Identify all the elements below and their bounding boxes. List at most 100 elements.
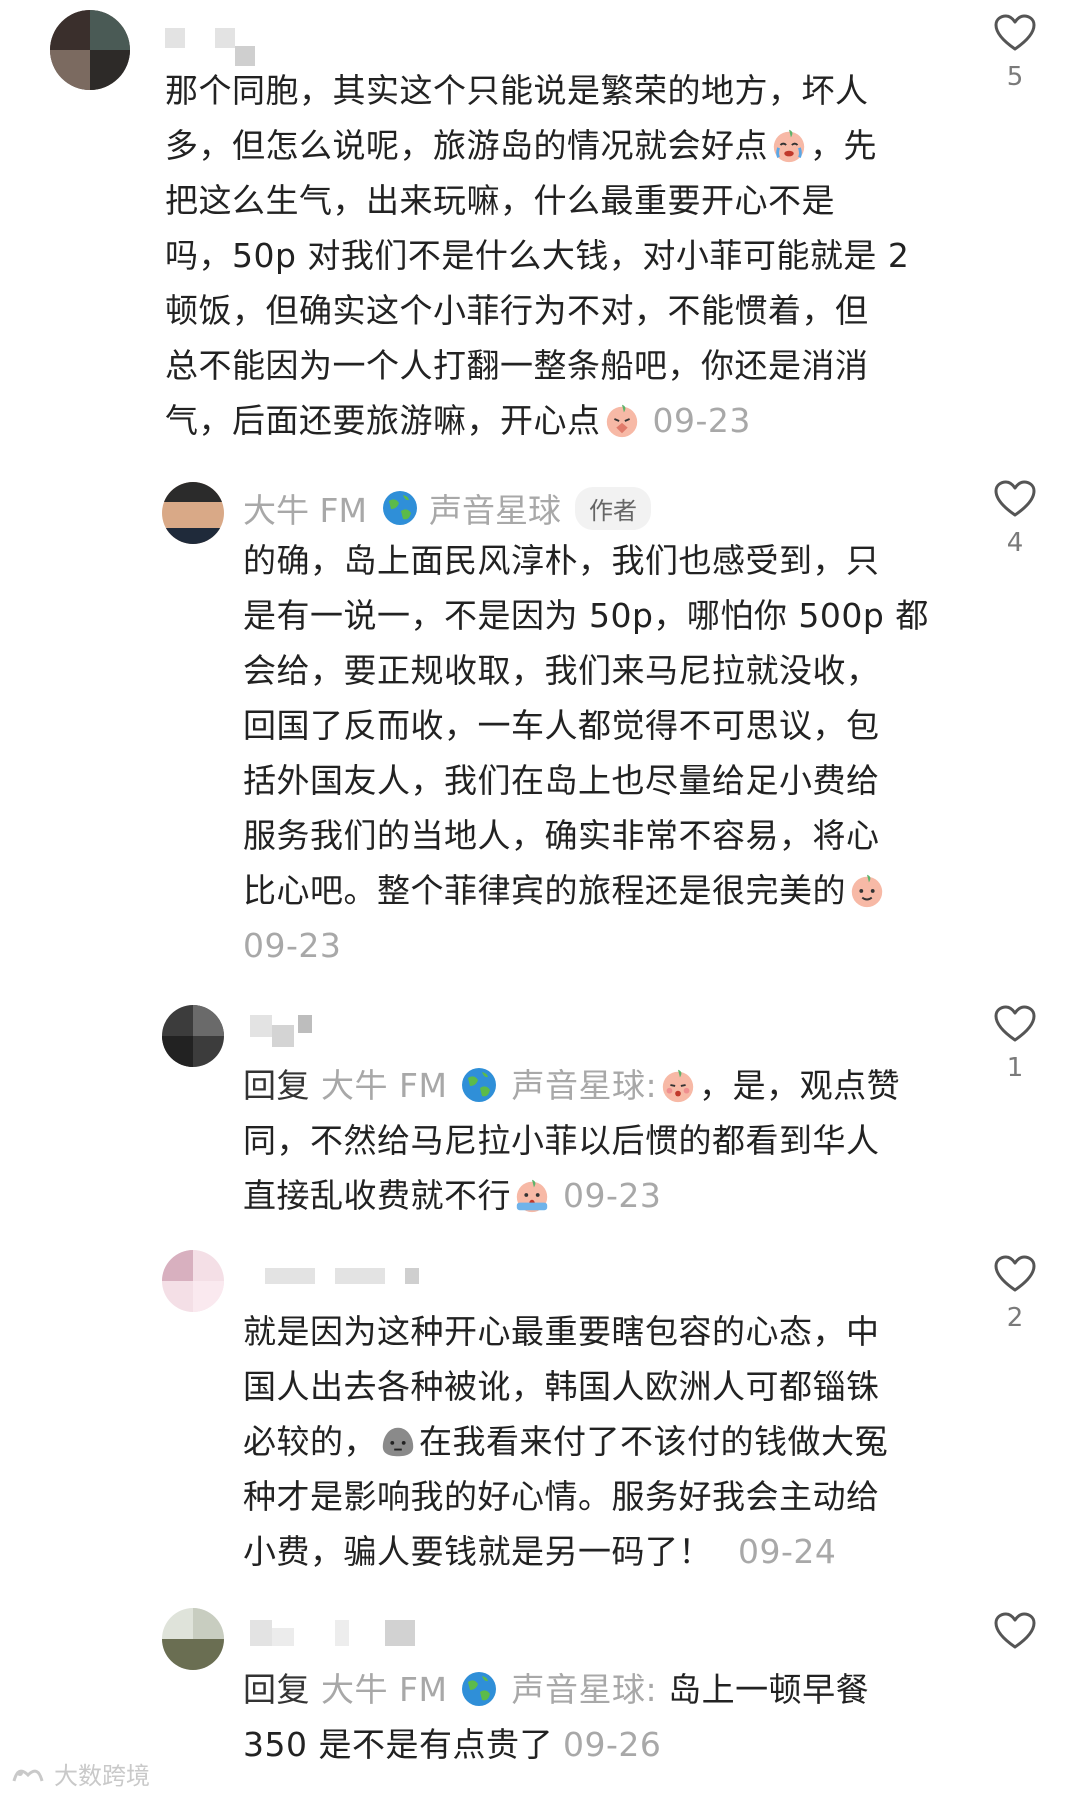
reply-prefix: 回复 xyxy=(243,1670,310,1709)
comment-line: 括外国友人，我们在岛上也尽量给足小费给 xyxy=(243,761,880,800)
comment-line: 顿饭，但确实这个小菲行为不对，不能惯着，但 xyxy=(165,291,869,330)
comment-line: 总不能因为一个人打翻一整条船吧，你还是消消 xyxy=(165,346,869,385)
comment-text: 就是因为这种开心最重要瞎包容的心态，中 国人出去各种被讹，韩国人欧洲人可都锱铢 … xyxy=(243,1304,888,1579)
mosaic xyxy=(405,1268,419,1284)
reply-prefix: 回复 xyxy=(243,1066,310,1105)
avatar-mosaic xyxy=(162,1250,193,1281)
pray-face-emoji xyxy=(606,404,637,438)
comment-line: 小费，骗人要钱就是另一码了！ 09-24 xyxy=(243,1524,888,1579)
comment-line-text: ，先 xyxy=(810,126,877,165)
mosaic xyxy=(250,1620,272,1646)
comment-line-text: 比心吧。整个菲律宾的旅程还是很完美的 xyxy=(243,871,846,910)
avatar-hair xyxy=(162,482,224,502)
avatar-mosaic xyxy=(90,10,130,50)
comment-line: 必较的， 在我看来付了不该付的钱做大冤 xyxy=(243,1414,888,1469)
comment-line-text: 岛上一顿早餐 xyxy=(668,1670,870,1709)
comment-line: 回国了反而收，一车人都觉得不可思议，包 xyxy=(243,706,880,745)
timestamp: 09-24 xyxy=(738,1532,837,1571)
avatar[interactable] xyxy=(50,10,130,90)
author-line[interactable]: 大牛 FM 声音星球 作者 xyxy=(243,484,651,532)
comment-line: 那个同胞，其实这个只能说是繁荣的地方，坏人 xyxy=(165,71,869,110)
mosaic xyxy=(165,28,185,48)
comment-line: 直接乱收费就不行 09-23 xyxy=(243,1168,900,1223)
avatar-mosaic xyxy=(162,1639,224,1670)
like-button[interactable]: 5 xyxy=(990,14,1040,92)
comment-line-text: 350 是不是有点贵了 xyxy=(243,1725,553,1764)
reply-target-name[interactable]: 大牛 FM xyxy=(321,1670,447,1709)
reply-target-suffix[interactable]: 声音星球: xyxy=(511,1670,657,1709)
avatar-mosaic xyxy=(193,1281,224,1312)
comment-text: 回复 大牛 FM 声音星球: 岛上一顿早餐 350 是不是有点贵了 09-26 xyxy=(243,1662,869,1772)
watermark: 大数跨境 xyxy=(10,1756,150,1791)
author-name[interactable]: 大牛 FM xyxy=(243,484,367,532)
reply-target-name[interactable]: 大牛 FM xyxy=(321,1066,447,1105)
like-button[interactable]: 2 xyxy=(990,1255,1040,1333)
mosaic xyxy=(265,1268,315,1284)
avatar[interactable] xyxy=(162,1250,224,1312)
heart-outline-icon xyxy=(994,480,1036,517)
globe-icon xyxy=(382,491,417,525)
like-button[interactable] xyxy=(990,1612,1040,1660)
heart-outline-icon xyxy=(994,1255,1036,1292)
comment-line-text: 气，后面还要旅游嘛，开心点 xyxy=(165,401,601,440)
like-count: 5 xyxy=(1006,62,1024,92)
comment-line-text: 小费，骗人要钱就是另一码了！ xyxy=(243,1532,712,1571)
avatar-mosaic xyxy=(193,1608,224,1639)
comment-line: 就是因为这种开心最重要瞎包容的心态，中 xyxy=(243,1312,880,1351)
comment-text: 回复 大牛 FM 声音星球: ，是，观点赞 同，不然给马尼拉小菲以后惯的都看到华人… xyxy=(243,1058,900,1223)
crying-face-emoji xyxy=(773,129,805,163)
author-suffix[interactable]: 声音星球 xyxy=(429,484,561,532)
avatar[interactable] xyxy=(162,1005,224,1067)
timestamp: 09-26 xyxy=(562,1725,662,1764)
stone-face-emoji xyxy=(382,1427,414,1457)
mosaic xyxy=(385,1620,415,1646)
globe-icon xyxy=(462,1068,497,1102)
comment-line: 的确，岛上面民风淳朴，我们也感受到，只 xyxy=(243,541,880,580)
avatar[interactable] xyxy=(162,1608,224,1670)
avatar-mosaic xyxy=(162,1036,193,1067)
comment-line: 比心吧。整个菲律宾的旅程还是很完美的 xyxy=(243,863,929,918)
heart-outline-icon xyxy=(994,1005,1036,1042)
timestamp: 09-23 xyxy=(652,401,751,440)
comment-line-text: 在我看来付了不该付的钱做大冤 xyxy=(419,1422,888,1461)
comment-line: 多，但怎么说呢，旅游岛的情况就会好点 ，先 xyxy=(165,118,909,173)
mosaic xyxy=(272,1628,294,1646)
mosaic xyxy=(335,1268,385,1284)
reply-target-suffix[interactable]: 声音星球: xyxy=(511,1066,657,1105)
comment-line: 吗，50p 对我们不是什么大钱，对小菲可能就是 2 xyxy=(165,236,910,275)
like-count: 4 xyxy=(1006,528,1024,558)
comment-line: 350 是不是有点贵了 09-26 xyxy=(243,1717,869,1772)
mosaic xyxy=(215,28,235,48)
timestamp: 09-23 xyxy=(563,1176,662,1215)
like-button[interactable]: 1 xyxy=(990,1005,1040,1083)
watermark-logo-icon xyxy=(12,1769,44,1781)
shy-face-emoji xyxy=(662,1069,694,1103)
globe-icon xyxy=(462,1672,497,1706)
scream-face-emoji xyxy=(516,1179,548,1213)
comment-text: 那个同胞，其实这个只能说是繁荣的地方，坏人 多，但怎么说呢，旅游岛的情况就会好点… xyxy=(165,63,909,448)
comment-line: 会给，要正规收取，我们来马尼拉就没收， xyxy=(243,651,880,690)
heart-outline-icon xyxy=(994,1612,1036,1649)
author-tag: 作者 xyxy=(574,486,651,530)
comment-line: 服务我们的当地人，确实非常不容易，将心 xyxy=(243,816,880,855)
like-button[interactable]: 4 xyxy=(990,480,1040,558)
mosaic xyxy=(335,1620,349,1646)
avatar[interactable] xyxy=(162,482,224,544)
comment-line: 国人出去各种被讹，韩国人欧洲人可都锱铢 xyxy=(243,1367,880,1406)
comment-line: 把这么生气，出来玩嘛，什么最重要开心不是 xyxy=(165,181,835,220)
avatar-mosaic xyxy=(50,10,90,50)
comment-line: 回复 大牛 FM 声音星球: 岛上一顿早餐 xyxy=(243,1662,869,1717)
avatar-mosaic xyxy=(90,50,130,90)
comment-line: 回复 大牛 FM 声音星球: ，是，观点赞 xyxy=(243,1058,900,1113)
comment-line-text: 直接乱收费就不行 xyxy=(243,1176,511,1215)
like-count: 2 xyxy=(1006,1303,1024,1333)
comment-line-text: ，是，观点赞 xyxy=(699,1066,901,1105)
comment-line: 同，不然给马尼拉小菲以后惯的都看到华人 xyxy=(243,1121,880,1160)
comment-line: 气，后面还要旅游嘛，开心点 09-23 xyxy=(165,393,909,448)
comment-line: 种才是影响我的好心情。服务好我会主动给 xyxy=(243,1477,880,1516)
comment-line-text: 多，但怎么说呢，旅游岛的情况就会好点 xyxy=(165,126,768,165)
mosaic xyxy=(250,1015,272,1037)
avatar-mosaic xyxy=(50,50,90,90)
watermark-text: 大数跨境 xyxy=(54,1762,150,1790)
heart-outline-icon xyxy=(994,14,1036,51)
